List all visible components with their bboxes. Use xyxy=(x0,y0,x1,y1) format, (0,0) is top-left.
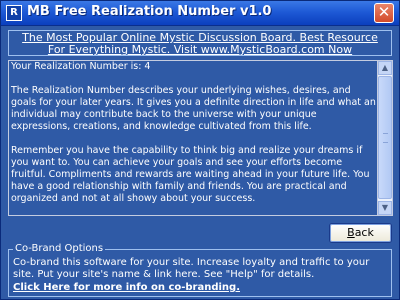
cobrand-description: Co-brand this software for your site. In… xyxy=(13,257,370,280)
cobrand-title: Co-Brand Options xyxy=(13,243,106,255)
back-button-label: ack xyxy=(354,226,374,239)
title-bar[interactable]: R MB Free Realization Number v1.0 ✕ xyxy=(1,1,399,26)
close-button[interactable]: ✕ xyxy=(374,3,394,23)
scroll-up-icon[interactable]: ▲ xyxy=(378,61,392,75)
banner-line-2[interactable]: For Everything Mystic. Visit www.MysticB… xyxy=(9,44,391,56)
cobrand-options-group: Co-Brand Options Co-brand this software … xyxy=(8,243,392,297)
scroll-down-icon[interactable]: ▼ xyxy=(378,201,392,215)
result-heading: Your Realization Number is: 4 xyxy=(11,61,151,72)
app-logo-icon: R xyxy=(6,5,22,21)
result-paragraph-1: The Realization Number describes your un… xyxy=(11,85,376,132)
result-paragraph-2: Remember you have the capability to thin… xyxy=(11,145,370,204)
result-text-box[interactable]: Your Realization Number is: 4 The Realiz… xyxy=(8,60,393,216)
cobrand-info-link[interactable]: Click Here for more info on co-branding. xyxy=(13,282,240,294)
window-title: MB Free Realization Number v1.0 xyxy=(27,4,272,19)
scroll-thumb[interactable] xyxy=(378,76,392,199)
back-button-hotkey: B xyxy=(347,226,355,239)
back-button[interactable]: Back xyxy=(329,223,392,243)
app-window: R MB Free Realization Number v1.0 ✕ The … xyxy=(0,0,400,300)
scroll-grip-icon xyxy=(383,133,388,143)
mysticboard-banner-link[interactable]: The Most Popular Online Mystic Discussio… xyxy=(8,30,392,56)
result-text-area: Your Realization Number is: 4 The Realiz… xyxy=(9,61,377,215)
vertical-scrollbar[interactable]: ▲ ▼ xyxy=(377,61,392,215)
